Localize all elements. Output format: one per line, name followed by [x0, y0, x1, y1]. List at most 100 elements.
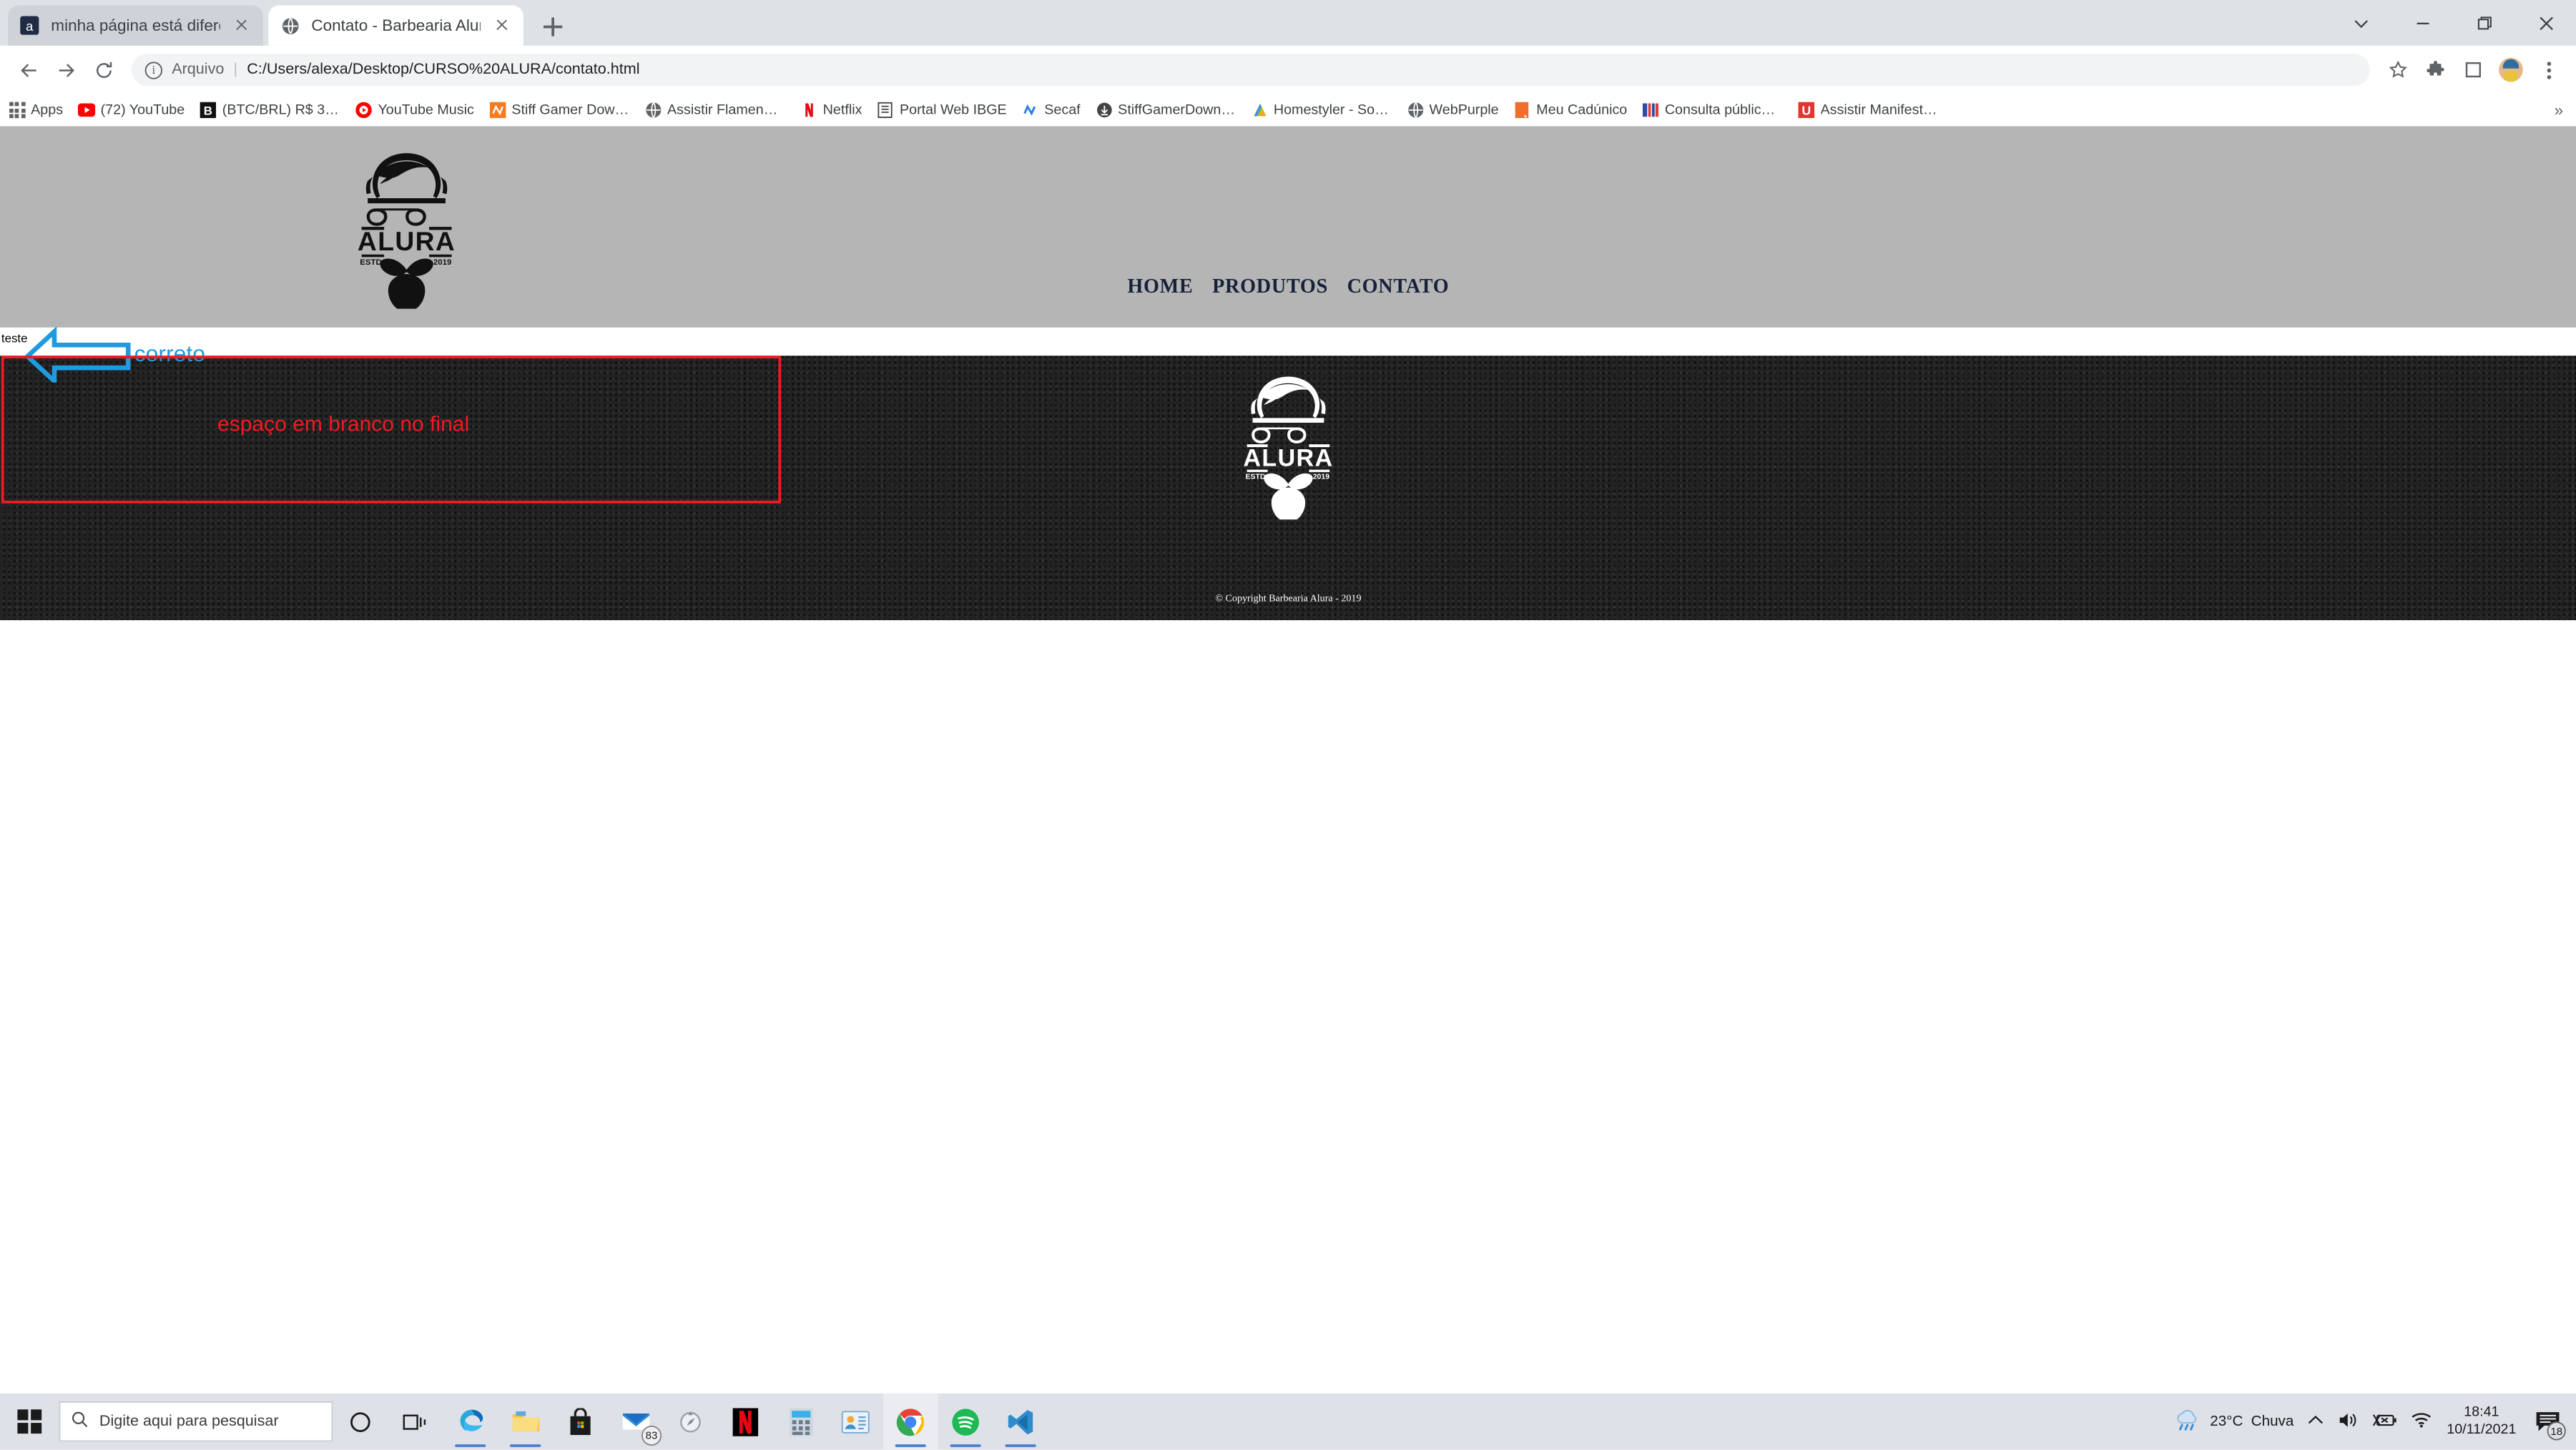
mail-icon[interactable]: 83: [608, 1393, 663, 1450]
puzzle-icon[interactable]: [2418, 52, 2453, 87]
bookmark-stiffgamerdown[interactable]: StiffGamerDown - B...: [1095, 102, 1236, 119]
tab-search-icon[interactable]: [2330, 0, 2391, 46]
battery-icon[interactable]: [2373, 1411, 2397, 1431]
bookmark-label: Assistir Flamengo x...: [667, 102, 785, 119]
browser-tab-0[interactable]: a minha página está diferente! | HT: [8, 5, 263, 46]
wifi-icon[interactable]: [2411, 1411, 2434, 1432]
bookmark-meu-cadunico[interactable]: Meu Cadúnico: [1513, 102, 1627, 119]
new-tab-button[interactable]: [537, 11, 569, 43]
weather-widget[interactable]: 23°C Chuva: [2173, 1408, 2294, 1436]
browser-tab-1[interactable]: Contato - Barbearia Alura: [268, 5, 523, 46]
spotify-icon[interactable]: [938, 1393, 993, 1450]
bookmark-label: (72) YouTube: [100, 102, 185, 119]
notifications-badge: 18: [2547, 1421, 2566, 1441]
start-button[interactable]: [0, 1393, 59, 1450]
square-icon[interactable]: [2456, 52, 2491, 87]
restore-icon[interactable]: [2453, 0, 2514, 46]
blue-n-icon: [1021, 102, 1038, 119]
bookmark-stiff-gamer-down[interactable]: Stiff Gamer Down -...: [488, 102, 629, 119]
speaker-icon[interactable]: [2338, 1410, 2359, 1433]
browser-toolbar: i Arquivo | C:/Users/alexa/Desktop/CURSO…: [0, 45, 2576, 94]
apps-grid-icon: [8, 102, 25, 119]
bookmark-consulta-publica[interactable]: Consulta pública - J...: [1642, 102, 1783, 119]
bookmark-youtube-music[interactable]: YouTube Music: [355, 102, 474, 119]
bookmark-secaf[interactable]: Secaf: [1021, 102, 1081, 119]
bookmark-webpurple[interactable]: WebPurple: [1407, 102, 1499, 119]
bookmark-label: Homestyler - Softw...: [1273, 102, 1392, 119]
close-icon[interactable]: [2515, 0, 2576, 46]
nav-link-contato[interactable]: CONTATO: [1347, 277, 1450, 298]
edge-icon[interactable]: [443, 1393, 498, 1450]
forward-icon[interactable]: [49, 52, 84, 87]
document-icon: [877, 102, 894, 119]
avatar[interactable]: [2494, 52, 2529, 87]
netflix-icon[interactable]: [718, 1393, 773, 1450]
notifications-button[interactable]: 18: [2530, 1404, 2566, 1441]
svg-text:ESTD: ESTD: [360, 258, 382, 267]
microsoft-store-icon[interactable]: [553, 1393, 608, 1450]
nav-link-produtos[interactable]: PRODUTOS: [1212, 277, 1328, 298]
close-icon[interactable]: [231, 15, 252, 36]
bookmark-assistir-manifest[interactable]: U Assistir Manifest: O...: [1798, 102, 1939, 119]
bookmark-label: Portal Web IBGE: [900, 102, 1007, 119]
svg-text:ESTD: ESTD: [1245, 473, 1265, 481]
calculator-icon[interactable]: [773, 1393, 828, 1450]
svg-text:2019: 2019: [433, 258, 451, 267]
bookmark-portal-web-ibge[interactable]: Portal Web IBGE: [877, 102, 1007, 119]
svg-text:ALURA: ALURA: [358, 226, 456, 256]
bookmark-label: Secaf: [1044, 102, 1081, 119]
globe-icon: [1407, 102, 1424, 119]
magnifier-icon: [71, 1411, 88, 1432]
bookmark-apps[interactable]: Apps: [8, 102, 63, 119]
window-controls: [2330, 0, 2576, 46]
three-dots-icon[interactable]: [2531, 52, 2566, 87]
globe-icon: [644, 102, 662, 119]
netflix-icon: [800, 102, 817, 119]
file-explorer-icon[interactable]: [498, 1393, 553, 1450]
taskbar-search-input[interactable]: Digite aqui para pesquisar: [59, 1401, 333, 1442]
chevron-up-icon[interactable]: [2307, 1413, 2324, 1430]
omnibox-scheme: Arquivo: [172, 62, 225, 78]
back-icon[interactable]: [11, 52, 46, 87]
bookmark-label: (BTC/BRL) R$ 35.91...: [222, 102, 340, 119]
weather-condition-label: Chuva: [2251, 1413, 2294, 1430]
site-header: ALURA ESTD 2019 HOME PRODUTOS CONTATO: [0, 126, 2576, 328]
cortana-icon[interactable]: [333, 1393, 388, 1450]
binance-icon: B: [200, 102, 217, 119]
clock-time: 18:41: [2464, 1404, 2499, 1421]
omnibox-url: C:/Users/alexa/Desktop/CURSO%20ALURA/con…: [247, 62, 640, 78]
bookmark-label: Consulta pública - J...: [1664, 102, 1783, 119]
bookmark-label: Apps: [31, 102, 64, 119]
reload-icon[interactable]: [86, 52, 121, 87]
info-icon: i: [144, 61, 163, 79]
task-view-icon[interactable]: [388, 1393, 443, 1450]
mail-badge: 83: [641, 1425, 662, 1446]
bookmark-netflix[interactable]: Netflix: [800, 102, 862, 119]
bookmark-binance[interactable]: B (BTC/BRL) R$ 35.91...: [200, 102, 340, 119]
vscode-icon[interactable]: [993, 1393, 1048, 1450]
bookmark-label: Stiff Gamer Down -...: [511, 102, 629, 119]
page-blank-space: [0, 619, 2576, 1450]
bookmark-youtube[interactable]: (72) YouTube: [77, 102, 185, 119]
bookmark-label: WebPurple: [1429, 102, 1499, 119]
star-icon[interactable]: [2381, 52, 2416, 87]
svg-text:U: U: [1801, 104, 1811, 118]
tab-title: minha página está diferente! | HT: [51, 16, 220, 35]
chrome-icon[interactable]: [883, 1393, 938, 1450]
taskbar-clock[interactable]: 18:41 10/11/2021: [2447, 1404, 2516, 1439]
nav-link-home[interactable]: HOME: [1127, 277, 1193, 298]
svg-text:a: a: [26, 19, 34, 34]
download-icon: [1095, 102, 1112, 119]
compass-icon[interactable]: [663, 1393, 718, 1450]
bookmark-assistir-flamengo[interactable]: Assistir Flamengo x...: [644, 102, 785, 119]
gov-icon: [1642, 102, 1659, 119]
minimize-icon[interactable]: [2391, 0, 2453, 46]
windows-taskbar: Digite aqui para pesquisar 83 23°C Chuva…: [0, 1393, 2576, 1450]
bookmark-homestyler[interactable]: Homestyler - Softw...: [1251, 102, 1392, 119]
address-bar[interactable]: i Arquivo | C:/Users/alexa/Desktop/CURSO…: [131, 54, 2370, 87]
youtube-icon: [77, 102, 96, 119]
close-icon[interactable]: [491, 15, 513, 36]
contacts-icon[interactable]: [828, 1393, 883, 1450]
bookmarks-overflow-button[interactable]: »: [2555, 101, 2569, 119]
footer-copyright: © Copyright Barbearia Alura - 2019: [1215, 592, 1362, 604]
